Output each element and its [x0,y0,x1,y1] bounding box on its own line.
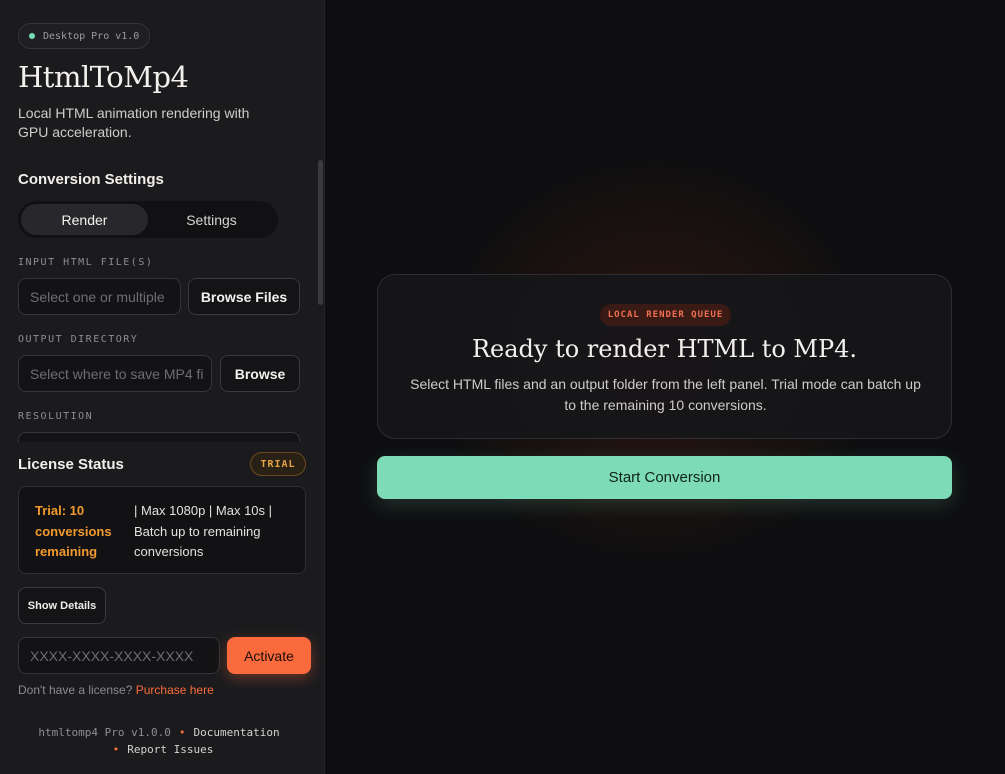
version-badge-text: Desktop Pro v1.0 [43,30,140,42]
input-files-label: INPUT HTML FILE(S) [18,257,154,268]
output-directory-field[interactable]: Select where to save MP4 fi [18,355,212,392]
footer-bullet: • [112,743,120,756]
trial-limits-text: | Max 1080p | Max 10s | Batch up to rema… [134,503,273,559]
show-details-button[interactable]: Show Details [18,587,106,624]
no-license-text: Don't have a license? [18,683,133,697]
purchase-link[interactable]: Purchase here [136,683,214,697]
documentation-link[interactable]: Documentation [193,726,279,739]
browse-output-button[interactable]: Browse [220,355,300,392]
footer-bullet: • [178,726,186,739]
license-info-card: Trial: 10 conversions remaining | Max 10… [18,486,306,574]
input-files-field[interactable]: Select one or multiple [18,278,181,315]
report-issues-link[interactable]: Report Issues [127,743,213,756]
license-status-title: License Status [18,456,124,473]
activate-button[interactable]: Activate [227,637,311,674]
output-directory-label: OUTPUT DIRECTORY [18,334,139,345]
purchase-line: Don't have a license? Purchase here [18,683,214,697]
conversion-settings-title: Conversion Settings [18,171,164,188]
license-key-input[interactable]: XXXX-XXXX-XXXX-XXXX [18,637,220,674]
footer-version: htmltomp4 Pro v1.0.0 [38,726,171,739]
resolution-label: RESOLUTION [18,411,94,422]
tab-render[interactable]: Render [21,204,148,235]
trial-badge: TRIAL [250,452,306,476]
trial-remaining-text: Trial: 10 conversions remaining [35,503,112,559]
sidebar-scrollbar[interactable] [318,160,323,305]
sidebar-footer: htmltomp4 Pro v1.0.0 • Documentation • Repo… [0,724,318,758]
render-queue-card: LOCAL RENDER QUEUE Ready to render HTML … [377,274,952,439]
version-badge: Desktop Pro v1.0 [18,23,150,49]
app-title: HtmlToMp4 [18,60,189,94]
status-dot-icon [29,33,35,39]
render-queue-title: Ready to render HTML to MP4. [471,335,858,363]
app-subtitle: Local HTML animation rendering with GPU … [18,105,250,140]
browse-files-button[interactable]: Browse Files [188,278,300,315]
sidebar: Desktop Pro v1.0 HtmlToMp4 Local HTML an… [0,0,325,774]
mode-tabs: Render Settings [18,201,278,238]
render-queue-description: Select HTML files and an output folder f… [410,376,921,413]
tab-settings[interactable]: Settings [148,204,275,235]
start-conversion-button[interactable]: Start Conversion [377,456,952,499]
render-queue-badge: LOCAL RENDER QUEUE [600,304,731,326]
